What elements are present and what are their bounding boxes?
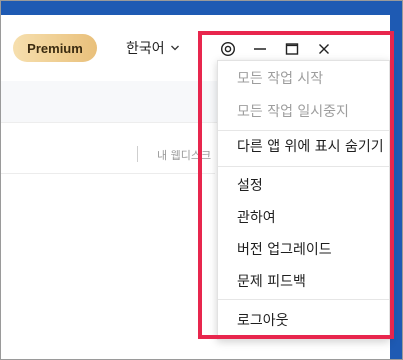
menu-divider: [218, 130, 389, 131]
language-label: 한국어: [126, 41, 165, 57]
menu-divider: [218, 166, 389, 167]
minimize-button[interactable]: [248, 37, 272, 61]
menu-item-logout[interactable]: 로그아웃: [218, 306, 389, 334]
close-button[interactable]: [312, 37, 336, 61]
close-icon: [317, 42, 331, 56]
menu-item-about[interactable]: 관하여: [218, 203, 389, 231]
web-disk-label[interactable]: 내 웹디스크: [157, 147, 211, 163]
menu-divider: [218, 299, 389, 300]
desktop-background-right: [390, 0, 403, 360]
divider: [0, 173, 215, 174]
menu-item-settings[interactable]: 설정: [218, 171, 389, 199]
language-selector[interactable]: 한국어: [126, 37, 180, 59]
menu-item-hide-overlay[interactable]: 다른 앱 위에 표시 숨기기: [218, 132, 389, 160]
desktop-background-top: [0, 0, 403, 15]
settings-dropdown-menu: 모든 작업 시작 모든 작업 일시중지 다른 앱 위에 표시 숨기기 설정 관하…: [217, 60, 390, 340]
menu-item-pause-all[interactable]: 모든 작업 일시중지: [218, 97, 389, 125]
menu-item-feedback[interactable]: 문제 피드백: [218, 267, 389, 295]
premium-button[interactable]: Premium: [13, 34, 97, 62]
target-button[interactable]: [216, 37, 240, 61]
chevron-down-icon: [170, 43, 180, 53]
maximize-button[interactable]: [280, 37, 304, 61]
minimize-icon: [253, 42, 267, 56]
menu-item-upgrade[interactable]: 버전 업그레이드: [218, 235, 389, 263]
separator: [137, 146, 138, 162]
maximize-icon: [285, 42, 299, 56]
target-icon: [220, 41, 236, 57]
menu-item-start-all[interactable]: 모든 작업 시작: [218, 64, 389, 92]
